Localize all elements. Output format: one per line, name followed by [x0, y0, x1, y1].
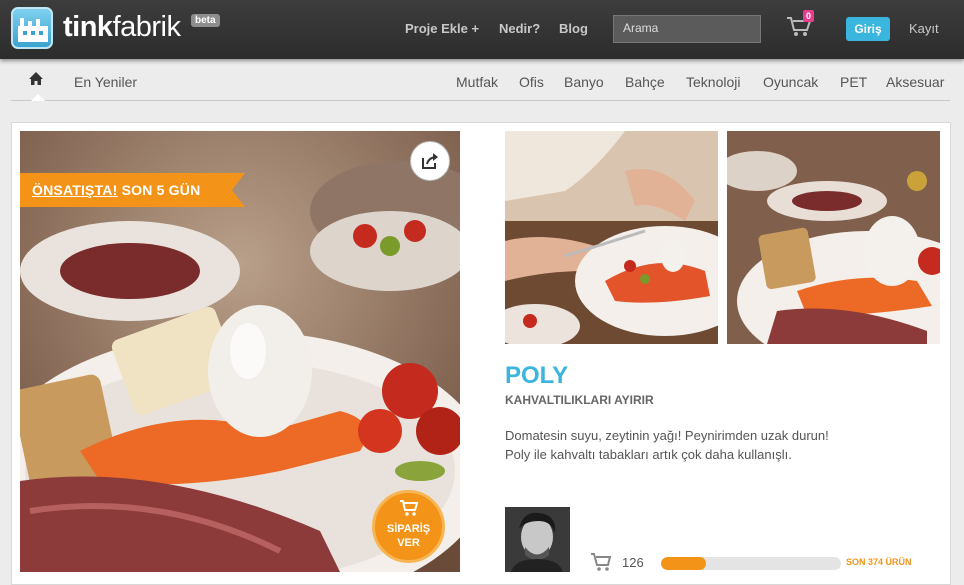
product-title[interactable]: POLY [505, 362, 568, 390]
category-divider [11, 100, 950, 101]
category-pet[interactable]: PET [840, 74, 867, 90]
category-oyuncak[interactable]: Oyuncak [763, 74, 818, 90]
factory-icon [18, 18, 48, 42]
home-icon[interactable] [28, 71, 44, 86]
product-thumbnail[interactable] [727, 131, 940, 344]
order-progress-bar [661, 557, 841, 570]
category-latest[interactable]: En Yeniler [74, 74, 137, 90]
logo-wordmark[interactable]: tinkfabrik [63, 11, 181, 44]
category-bahce[interactable]: Bahçe [625, 74, 665, 90]
category-ofis[interactable]: Ofis [519, 74, 544, 90]
login-button[interactable]: Giriş [846, 17, 890, 41]
beta-badge: beta [191, 14, 220, 27]
category-mutfak[interactable]: Mutfak [456, 74, 498, 90]
product-thumbnail[interactable] [505, 131, 718, 344]
product-subtitle: KAHVALTILIKLARI AYIRIR [505, 393, 654, 407]
nav-blog[interactable]: Blog [559, 21, 588, 36]
share-button[interactable] [410, 141, 450, 181]
logo-icon[interactable] [11, 7, 53, 49]
order-button[interactable]: SİPARİŞ VER [372, 490, 445, 563]
remaining-stock-label: SON 374 ÜRÜN [846, 557, 912, 567]
product-description: Domatesin suyu, zeytinin yağı! Peynirimd… [505, 426, 905, 464]
description-line: Poly ile kahvaltı tabakları artık çok da… [505, 447, 792, 462]
order-progress-fill [661, 557, 706, 570]
presale-banner-label: ÖNSATIŞTA! SON 5 GÜN [32, 182, 201, 198]
cart-icon [400, 500, 419, 516]
description-line: Domatesin suyu, zeytinin yağı! Peynirimd… [505, 428, 829, 443]
cart-count-badge: 0 [803, 10, 815, 22]
category-teknoloji[interactable]: Teknoloji [686, 74, 740, 90]
active-indicator [31, 94, 45, 101]
category-aksesuar[interactable]: Aksesuar [886, 74, 944, 90]
nav-add-project[interactable]: Proje Ekle + [405, 21, 479, 36]
order-count: 126 [622, 555, 644, 570]
register-link[interactable]: Kayıt [909, 21, 939, 36]
category-banyo[interactable]: Banyo [564, 74, 604, 90]
order-button-label: SİPARİŞ VER [386, 523, 431, 549]
nav-what-is[interactable]: Nedir? [499, 21, 540, 36]
share-icon [422, 153, 438, 169]
designer-avatar[interactable] [505, 507, 570, 572]
search-input[interactable]: Arama [613, 15, 761, 43]
presale-link[interactable]: ÖNSATIŞTA! [32, 182, 117, 198]
cart-icon [591, 553, 612, 571]
